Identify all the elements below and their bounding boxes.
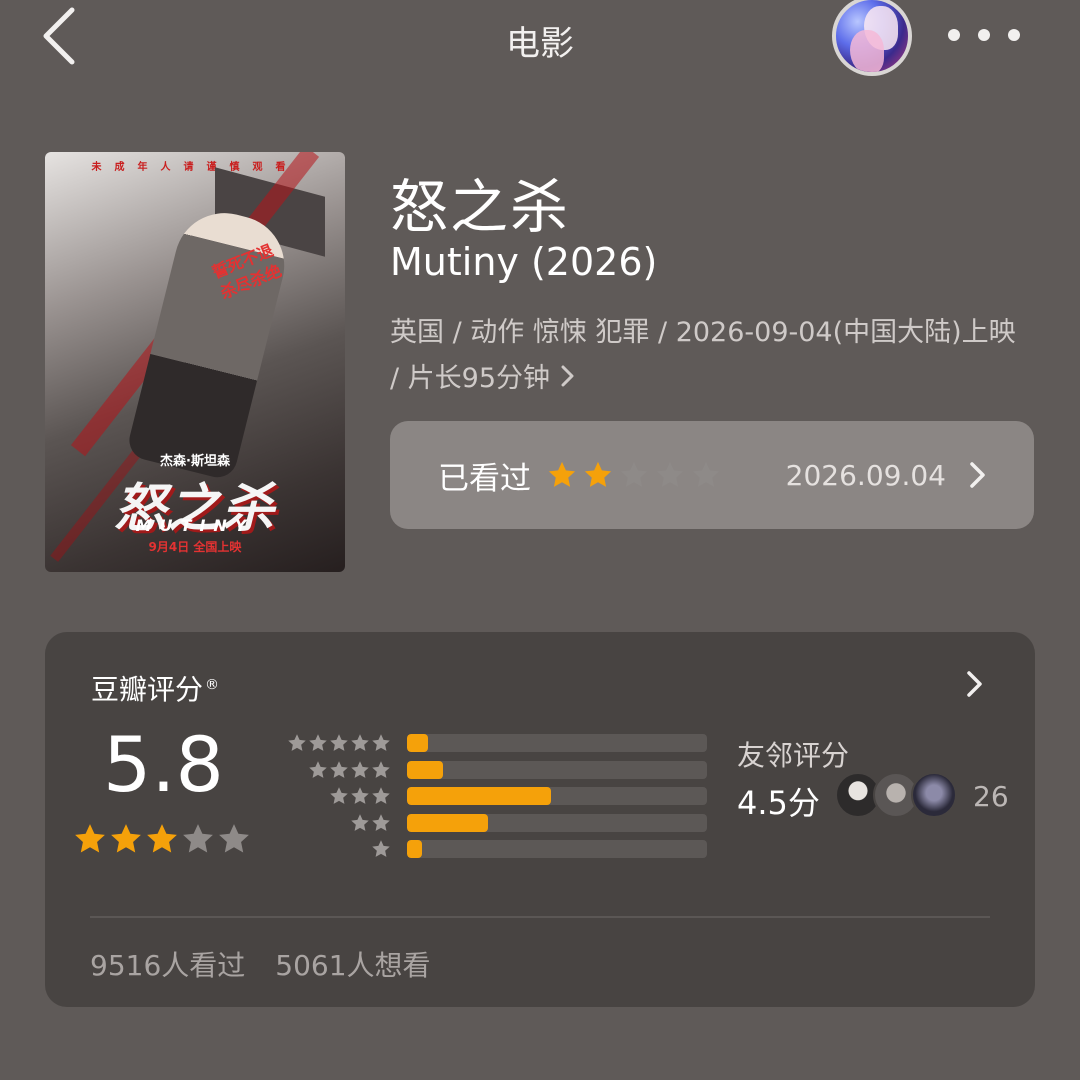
rating-title-text: 豆瓣评分	[91, 673, 204, 706]
more-dot-icon	[1008, 29, 1020, 41]
star-icon	[330, 761, 348, 778]
star-icon	[147, 824, 177, 853]
distribution-bar-fill	[407, 813, 488, 832]
distribution-stars	[271, 786, 391, 806]
star-icon	[351, 814, 369, 831]
registered-mark: ®	[205, 676, 220, 693]
star-icon	[330, 787, 348, 805]
movie-meta-link[interactable]: 英国 / 动作 惊悚 犯罪 / 2026-09-04(中国大陆)上映 / 片长9…	[390, 310, 1030, 402]
rating-score-stars	[73, 822, 253, 856]
distribution-row	[271, 836, 707, 863]
watched-count[interactable]: 9516人看过	[90, 944, 245, 984]
distribution-stars	[271, 813, 391, 833]
star-icon	[692, 461, 720, 487]
star-icon	[584, 461, 612, 487]
user-rating-stars	[547, 460, 727, 490]
avatar	[911, 772, 957, 818]
distribution-row	[271, 783, 707, 810]
star-icon	[372, 840, 390, 858]
distribution-bar-fill	[407, 734, 428, 753]
friends-avatars[interactable]	[835, 772, 957, 818]
chevron-right-icon	[970, 462, 985, 488]
more-dot-icon	[978, 29, 990, 41]
star-icon	[288, 734, 306, 752]
star-icon	[309, 734, 327, 752]
friends-rating-label: 友邻评分	[737, 739, 850, 772]
watched-status-card[interactable]: 已看过 2026.09.04	[390, 421, 1034, 529]
distribution-row	[271, 730, 707, 757]
distribution-bar-track	[407, 787, 707, 806]
poster-title-en: MUTINY	[135, 516, 255, 535]
movie-poster[interactable]: 未成年人请谨慎观看 誓死不退 杀尽杀绝 杰森·斯坦森 怒之杀 MUTINY 9月…	[45, 152, 345, 572]
rating-title: 豆瓣评分 ®	[91, 668, 219, 708]
movie-title-cn: 怒之杀	[390, 173, 571, 241]
star-icon	[372, 761, 390, 778]
watched-date: 2026.09.04	[785, 458, 946, 492]
distribution-bar-track	[407, 760, 707, 779]
audience-stats: 9516人看过 5061人想看	[90, 944, 461, 984]
distribution-bar-fill	[407, 840, 422, 859]
page-title: 电影	[506, 24, 574, 64]
distribution-bar-fill	[407, 760, 443, 779]
movie-meta: 英国 / 动作 惊悚 犯罪 / 2026-09-04(中国大陆)上映 / 片长9…	[390, 317, 1016, 394]
star-icon	[111, 824, 141, 853]
chevron-right-icon[interactable]	[965, 670, 983, 698]
distribution-stars	[271, 733, 391, 753]
friends-count: 26	[973, 780, 1009, 813]
star-icon	[219, 824, 249, 853]
distribution-bar-track	[407, 840, 707, 859]
star-icon	[351, 787, 369, 805]
watched-label: 已看过	[438, 460, 531, 497]
star-icon	[309, 761, 327, 778]
ai-wing-icon	[850, 30, 884, 72]
star-icon	[372, 734, 390, 752]
star-icon	[620, 461, 648, 487]
distribution-bar-fill	[407, 787, 551, 806]
distribution-bar-track	[407, 813, 707, 832]
douban-rating-card[interactable]: 豆瓣评分 ® 5.8 友邻评分 4.5分 26 9516人看过 5061人想看	[45, 632, 1035, 1007]
star-icon	[330, 734, 348, 752]
star-icon	[372, 814, 390, 831]
poster-release: 9月4日 全国上映	[148, 540, 242, 554]
more-button[interactable]	[948, 20, 1020, 50]
star-icon	[548, 461, 576, 487]
star-icon	[75, 824, 105, 853]
distribution-stars	[271, 760, 391, 780]
distribution-row	[271, 757, 707, 784]
rating-distribution	[271, 730, 707, 863]
distribution-bar-track	[407, 734, 707, 753]
star-icon	[351, 734, 369, 752]
movie-title-en: Mutiny (2026)	[390, 240, 658, 284]
star-icon	[656, 461, 684, 487]
chevron-right-icon	[561, 365, 574, 387]
star-icon	[351, 761, 369, 778]
divider	[90, 916, 990, 918]
star-icon	[183, 824, 213, 853]
rating-score: 5.8	[103, 720, 224, 809]
friends-rating-score: 4.5分	[737, 784, 820, 822]
wish-count[interactable]: 5061人想看	[275, 944, 430, 984]
distribution-row	[271, 810, 707, 837]
distribution-stars	[271, 839, 391, 859]
more-dot-icon	[948, 29, 960, 41]
star-icon	[372, 787, 390, 805]
